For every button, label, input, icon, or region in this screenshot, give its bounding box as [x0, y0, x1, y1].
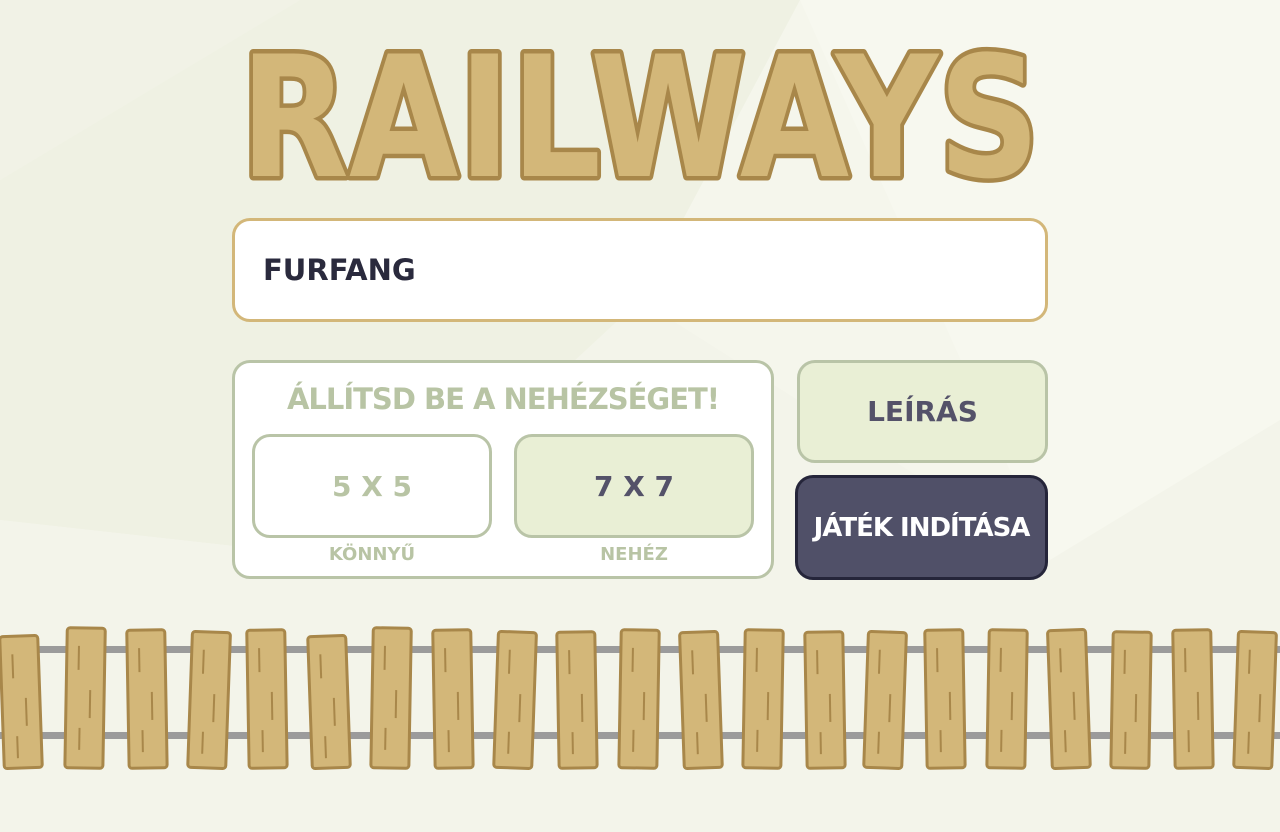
- difficulty-hard-button[interactable]: 7 X 7: [514, 434, 754, 538]
- railway-sleeper: [985, 628, 1029, 770]
- railway-sleeper: [617, 628, 661, 770]
- difficulty-hard-caption: NEHÉZ: [600, 544, 668, 565]
- railway-sleeper: [1109, 630, 1153, 770]
- railway-sleeper: [862, 629, 908, 770]
- player-name-input[interactable]: [232, 218, 1048, 322]
- railway-sleeper: [63, 626, 107, 770]
- railway-sleeper: [555, 630, 599, 770]
- railways-logo: RAILWAYS: [228, 36, 1052, 186]
- railway-sleeper: [306, 634, 352, 771]
- railway-sleeper: [741, 628, 785, 770]
- railway-sleeper: [923, 628, 967, 770]
- railway-sleeper: [1046, 628, 1092, 771]
- difficulty-easy-caption: KÖNNYŰ: [328, 544, 416, 565]
- railway-track: [0, 618, 1280, 786]
- railway-sleeper: [492, 629, 538, 770]
- rules-button[interactable]: LEÍRÁS: [797, 360, 1048, 463]
- railway-sleeper: [125, 628, 169, 770]
- difficulty-panel: ÁLLÍTSD BE A NEHÉZSÉGET! 5 X 5 7 X 7 KÖN…: [232, 360, 774, 579]
- difficulty-title: ÁLLÍTSD BE A NEHÉZSÉGET!: [286, 382, 720, 416]
- svg-text:RAILWAYS: RAILWAYS: [240, 36, 1040, 186]
- difficulty-easy-button[interactable]: 5 X 5: [252, 434, 492, 538]
- railway-sleeper: [1232, 629, 1278, 770]
- railway-sleeper: [678, 630, 724, 771]
- railway-sleeper: [186, 629, 232, 770]
- railway-sleeper: [245, 628, 289, 770]
- railway-sleeper: [803, 630, 847, 770]
- start-game-button[interactable]: JÁTÉK INDÍTÁSA: [795, 475, 1048, 580]
- railway-sleeper: [1171, 628, 1215, 770]
- railway-sleeper: [0, 634, 44, 771]
- railway-sleeper: [369, 626, 413, 770]
- railway-sleeper: [431, 628, 475, 770]
